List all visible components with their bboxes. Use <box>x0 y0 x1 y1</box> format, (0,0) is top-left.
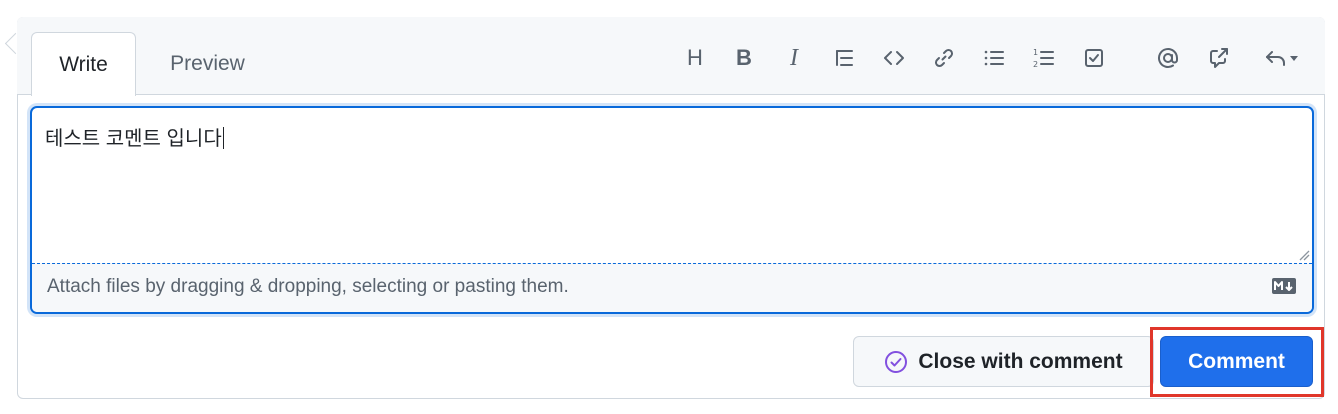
heading-button[interactable]: H <box>679 42 711 74</box>
task-list-icon <box>1085 49 1103 67</box>
reply-button[interactable] <box>1260 42 1304 74</box>
italic-icon: I <box>790 44 798 71</box>
bold-button[interactable]: B <box>728 42 760 74</box>
italic-button[interactable]: I <box>778 42 810 74</box>
code-icon <box>884 51 904 65</box>
text-cursor <box>222 127 224 149</box>
comment-text: 테스트 코멘트 입니다 <box>45 128 222 150</box>
unordered-list-button[interactable] <box>978 42 1010 74</box>
tab-preview[interactable]: Preview <box>150 32 265 95</box>
bold-icon: B <box>736 45 752 70</box>
resize-handle-icon[interactable] <box>1298 249 1310 261</box>
svg-text:1: 1 <box>1033 48 1038 57</box>
quote-icon <box>836 50 853 66</box>
comment-button-label: Comment <box>1188 349 1285 373</box>
reference-icon <box>1210 48 1228 68</box>
task-list-button[interactable] <box>1078 42 1110 74</box>
close-with-comment-label: Close with comment <box>918 349 1123 373</box>
quote-button[interactable] <box>828 42 860 74</box>
comment-editor: 테스트 코멘트 입니다 Attach files by dragging & d… <box>30 106 1314 314</box>
reply-icon <box>1266 51 1285 66</box>
tab-preview-label: Preview <box>170 51 245 75</box>
ordered-list-icon: 1 2 <box>1033 48 1054 69</box>
attach-files-hint: Attach files by dragging & dropping, sel… <box>47 276 569 297</box>
code-button[interactable] <box>878 42 910 74</box>
comment-textarea[interactable]: 테스트 코멘트 입니다 <box>32 108 1312 263</box>
heading-icon: H <box>687 45 703 70</box>
close-with-comment-button[interactable]: Close with comment <box>853 336 1154 387</box>
comment-button[interactable]: Comment <box>1160 336 1313 387</box>
tab-write-label: Write <box>59 52 108 76</box>
ordered-list-button[interactable]: 1 2 <box>1028 42 1060 74</box>
mention-button[interactable] <box>1152 42 1184 74</box>
mention-icon <box>1158 48 1178 68</box>
tab-write[interactable]: Write <box>31 32 136 96</box>
link-button[interactable] <box>928 42 960 74</box>
markdown-icon[interactable] <box>1272 278 1296 294</box>
reference-button[interactable] <box>1203 42 1235 74</box>
unordered-list-icon <box>984 50 1004 66</box>
link-icon <box>934 48 954 68</box>
chevron-down-icon <box>1290 56 1298 61</box>
check-circle-icon <box>885 350 908 373</box>
svg-text:2: 2 <box>1033 60 1038 69</box>
attach-files-bar[interactable]: Attach files by dragging & dropping, sel… <box>32 263 1312 312</box>
